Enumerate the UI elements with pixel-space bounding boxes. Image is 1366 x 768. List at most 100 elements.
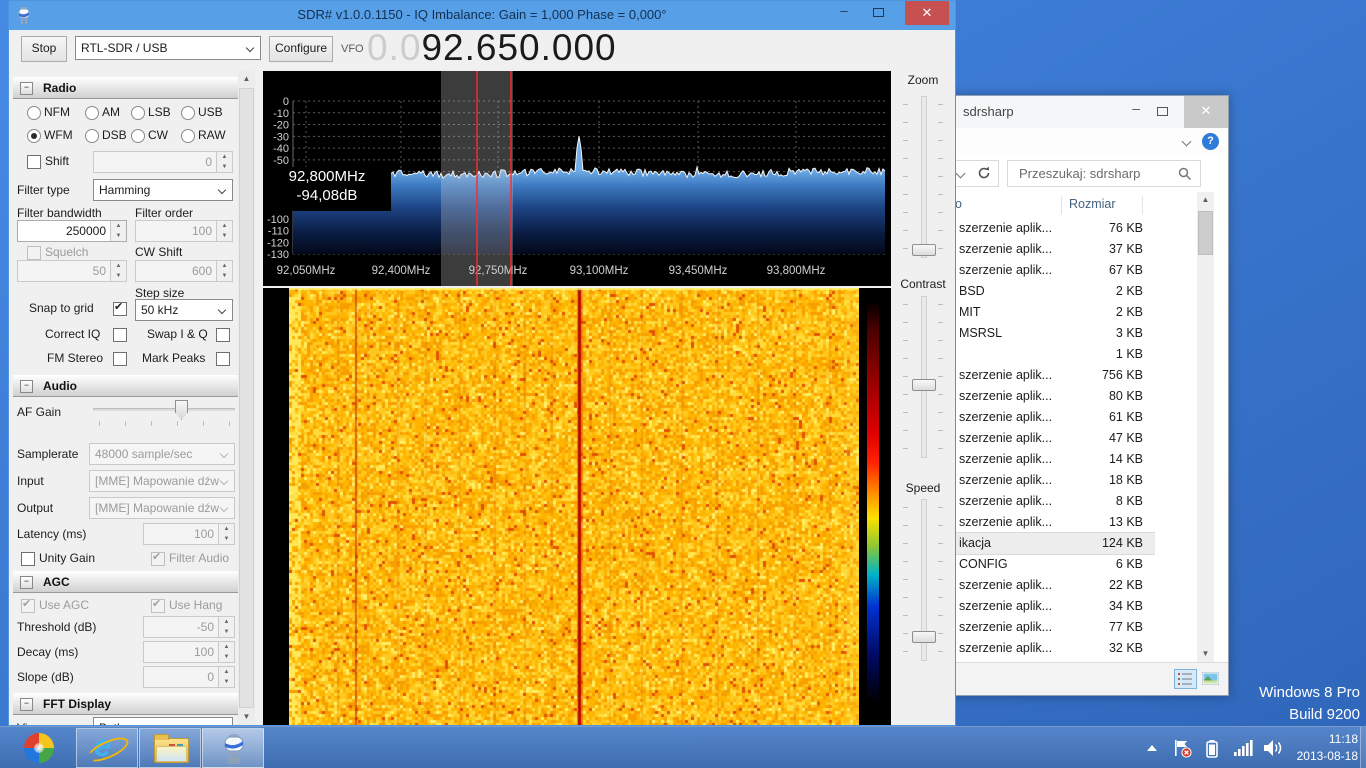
filter-type-select[interactable]: Hamming <box>93 179 233 201</box>
speaker-icon[interactable] <box>1264 740 1283 756</box>
scroll-up-icon[interactable]: ▲ <box>238 71 255 87</box>
radio-mode-usb[interactable] <box>181 106 195 120</box>
zoom-slider-track[interactable] <box>921 96 927 258</box>
file-row[interactable]: szerzenie aplik...47 KB <box>941 428 1155 449</box>
file-row[interactable]: szerzenie aplik...32 KB <box>941 638 1155 659</box>
zoom-slider-thumb[interactable] <box>912 244 936 256</box>
scroll-down-icon[interactable]: ▼ <box>1197 646 1214 662</box>
collapse-icon[interactable]: − <box>20 576 33 589</box>
scrollbar-thumb[interactable] <box>1198 211 1213 255</box>
step-size-select[interactable]: 50 kHz <box>135 299 233 321</box>
collapse-icon[interactable]: − <box>20 698 33 711</box>
file-row[interactable]: szerzenie aplik...14 KB <box>941 449 1155 470</box>
radio-mode-cw[interactable] <box>131 129 145 143</box>
tray-expand-chevron-icon[interactable] <box>1146 744 1158 752</box>
file-row[interactable]: BSD2 KB <box>941 281 1155 302</box>
scroll-down-icon[interactable]: ▼ <box>238 709 255 725</box>
speed-slider-thumb[interactable] <box>912 631 936 643</box>
radio-mode-lsb[interactable] <box>131 106 145 120</box>
minimize-button[interactable]: – <box>829 1 859 23</box>
radio-mode-dsb[interactable] <box>85 129 99 143</box>
file-row[interactable]: CONFIG6 KB <box>941 554 1155 575</box>
swap-iq-checkbox[interactable] <box>216 328 230 342</box>
contrast-slider-thumb[interactable] <box>912 379 936 391</box>
help-icon[interactable]: ? <box>1202 133 1219 150</box>
file-row[interactable]: szerzenie aplik...13 KB <box>941 512 1155 533</box>
column-header-size[interactable]: Rozmiar <box>1069 197 1116 211</box>
radio-mode-am[interactable] <box>85 106 99 120</box>
radio-mode-raw[interactable] <box>181 129 195 143</box>
configure-button[interactable]: Configure <box>269 36 333 62</box>
taskbar-clock[interactable]: 11:18 2013-08-18 <box>1284 731 1358 765</box>
battery-icon[interactable] <box>1206 740 1218 758</box>
file-row[interactable]: szerzenie aplik...756 KB <box>941 365 1155 386</box>
device-select[interactable]: RTL-SDR / USB <box>75 36 261 60</box>
file-row[interactable]: szerzenie aplik...80 KB <box>941 386 1155 407</box>
waterfall-display[interactable] <box>263 288 891 726</box>
file-row[interactable]: szerzenie aplik...77 KB <box>941 617 1155 638</box>
thumbnail-view-button[interactable] <box>1200 669 1223 689</box>
taskbar-internet-explorer[interactable]: e <box>76 728 138 768</box>
snap-to-grid-checkbox[interactable] <box>113 302 127 316</box>
filter-bandwidth-spinner[interactable]: 250000 ▲▼ <box>17 220 127 242</box>
file-row[interactable]: MSRSL3 KB <box>941 323 1155 344</box>
maximize-button[interactable] <box>863 1 893 23</box>
taskbar-sdrsharp[interactable] <box>202 728 264 768</box>
scroll-up-icon[interactable]: ▲ <box>1197 192 1214 208</box>
frequency-main-digits[interactable]: 92.650.000 <box>421 27 616 68</box>
contrast-slider-track[interactable] <box>921 296 927 458</box>
radio-mode-nfm[interactable] <box>27 106 41 120</box>
section-fft-display[interactable]: − FFT Display <box>13 693 241 715</box>
explorer-titlebar[interactable]: sdrsharp – ✕ <box>941 96 1228 128</box>
file-row[interactable]: MIT2 KB <box>941 302 1155 323</box>
explorer-close-button[interactable]: ✕ <box>1184 96 1228 128</box>
sdrsharp-titlebar[interactable]: SDR# v1.0.0.1150 - IQ Imbalance: Gain = … <box>9 1 955 30</box>
file-row[interactable]: szerzenie aplik...18 KB <box>941 470 1155 491</box>
column-separator[interactable] <box>1061 196 1062 214</box>
section-agc[interactable]: − AGC <box>13 571 241 593</box>
file-row[interactable]: ikacja124 KB <box>941 533 1155 554</box>
search-input[interactable]: Przeszukaj: sdrsharp <box>1007 160 1201 187</box>
close-button[interactable]: ✕ <box>905 1 949 25</box>
panel-scrollbar[interactable]: ▲ ▼ <box>238 71 255 725</box>
address-dropdown-chevron-icon[interactable] <box>956 169 966 179</box>
mark-peaks-checkbox[interactable] <box>216 352 230 366</box>
view-select[interactable]: Both <box>93 717 233 726</box>
unity-gain-checkbox[interactable] <box>21 552 35 566</box>
shift-checkbox[interactable] <box>27 155 41 169</box>
stop-button[interactable]: Stop <box>21 36 67 62</box>
af-gain-slider-thumb[interactable] <box>175 400 188 420</box>
file-row[interactable]: szerzenie aplik...34 KB <box>941 596 1155 617</box>
section-audio[interactable]: − Audio <box>13 375 241 397</box>
taskbar-file-explorer[interactable] <box>139 728 201 768</box>
explorer-scrollbar[interactable]: ▲ ▼ <box>1197 192 1214 662</box>
file-row[interactable]: szerzenie aplik...8 KB <box>941 491 1155 512</box>
scrollbar-thumb[interactable] <box>239 88 254 708</box>
column-header-partial[interactable]: o <box>955 197 962 211</box>
details-view-button[interactable] <box>1174 669 1197 689</box>
section-radio[interactable]: − Radio <box>13 77 241 99</box>
frequency-dim-digits[interactable]: 0.0 <box>367 27 421 68</box>
waterfall-canvas[interactable] <box>289 288 859 726</box>
file-row[interactable]: 1 KB <box>941 344 1155 365</box>
collapse-icon[interactable]: − <box>20 82 33 95</box>
file-row[interactable]: szerzenie aplik...61 KB <box>941 407 1155 428</box>
file-row[interactable]: szerzenie aplik...22 KB <box>941 575 1155 596</box>
column-separator[interactable] <box>1142 196 1143 214</box>
frequency-display[interactable]: 0.092.650.000 <box>367 27 617 69</box>
ribbon-expand-chevron-icon[interactable] <box>1182 137 1192 147</box>
colorful-orb-icon[interactable] <box>24 733 54 763</box>
af-gain-slider[interactable] <box>93 408 235 411</box>
explorer-minimize-button[interactable]: – <box>1132 100 1140 116</box>
explorer-maximize-button[interactable] <box>1157 107 1168 116</box>
correct-iq-checkbox[interactable] <box>113 328 127 342</box>
network-signal-icon[interactable] <box>1234 740 1254 756</box>
spinner-arrows-icon[interactable]: ▲▼ <box>110 221 126 241</box>
file-row[interactable]: szerzenie aplik...67 KB <box>941 260 1155 281</box>
radio-mode-wfm[interactable] <box>27 129 41 143</box>
file-row[interactable]: szerzenie aplik...76 KB <box>941 218 1155 239</box>
show-desktop-button[interactable] <box>1360 727 1366 768</box>
refresh-icon[interactable] <box>976 165 992 181</box>
fm-stereo-checkbox[interactable] <box>113 352 127 366</box>
file-row[interactable]: szerzenie aplik...37 KB <box>941 239 1155 260</box>
